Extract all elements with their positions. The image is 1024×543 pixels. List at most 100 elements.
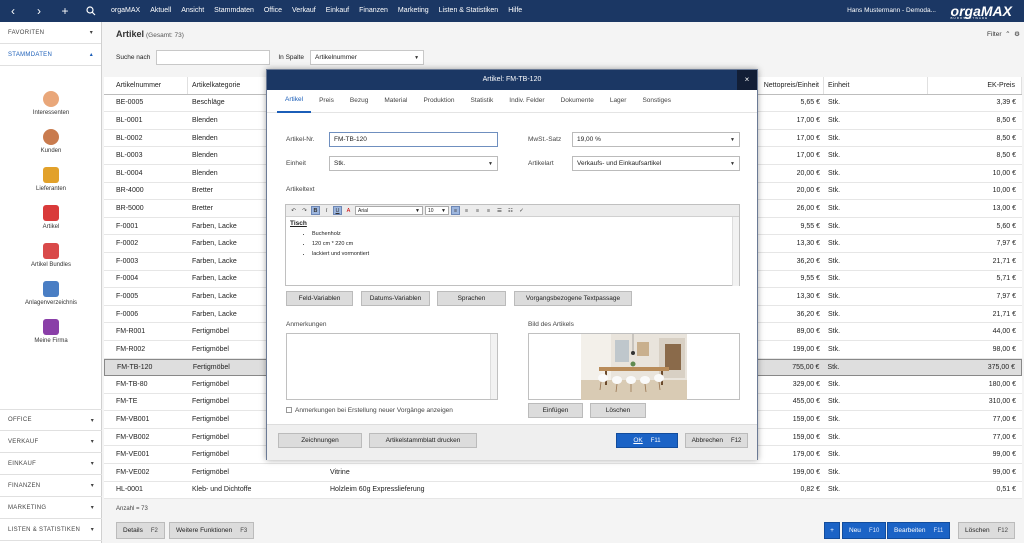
notes-scrollbar[interactable] <box>490 334 497 399</box>
sidebar-item-2[interactable]: Lieferanten <box>0 154 102 192</box>
artikelnr-input[interactable]: FM-TB-120 <box>329 132 498 147</box>
tab-6[interactable]: Indiv. Felder <box>501 90 552 112</box>
sidebar-item-4[interactable]: Artikel Bundles <box>0 230 102 268</box>
font-select[interactable]: Arial ▼ <box>355 206 423 215</box>
field-variables-button[interactable]: Feld-Variablen <box>286 291 353 306</box>
table-cell: 9,55 € <box>800 275 820 283</box>
undo-icon[interactable]: ↶ <box>289 206 298 215</box>
column-header-3[interactable]: Nettopreis/Einheit <box>758 77 824 94</box>
underline-icon[interactable]: U <box>333 206 342 215</box>
more-functions-button[interactable]: Weitere Funktionen F3 <box>169 522 255 539</box>
delete-button[interactable]: Löschen F12 <box>958 522 1015 539</box>
edit-button[interactable]: Bearbeiten F11 <box>887 522 951 539</box>
new-button[interactable]: Neu F10 <box>842 522 887 539</box>
align-center-icon[interactable]: ≡ <box>462 206 471 215</box>
sidebar-section-stammdaten[interactable]: STAMMDATEN ▴ <box>0 44 101 66</box>
sidebar-item-5[interactable]: Anlagenverzeichnis <box>0 268 102 306</box>
notes-textarea[interactable] <box>286 333 498 400</box>
menu-item-8[interactable]: Marketing <box>393 0 434 22</box>
menu-item-7[interactable]: Finanzen <box>354 0 393 22</box>
menu-item-3[interactable]: Stammdaten <box>209 0 259 22</box>
print-sheet-button[interactable]: Artikelstammblatt drucken <box>369 433 477 448</box>
sidebar-item-1[interactable]: Kunden <box>0 116 102 154</box>
align-left-icon[interactable]: ≡ <box>451 206 460 215</box>
sidebar-section-3[interactable]: FINANZEN ▾ <box>0 475 102 497</box>
table-cell: 98,00 € <box>992 345 1016 353</box>
menu-item-0[interactable]: orgaMAX <box>106 0 145 22</box>
gear-icon[interactable]: ⚙ <box>1014 31 1020 38</box>
font-size-select[interactable]: 10 ▼ <box>425 206 449 215</box>
tab-9[interactable]: Sonstiges <box>634 90 679 112</box>
menu-item-2[interactable]: Ansicht <box>176 0 209 22</box>
bullet-list-icon[interactable]: ☰ <box>495 206 504 215</box>
search-icon[interactable] <box>78 0 104 22</box>
delete-image-button[interactable]: Löschen <box>590 403 646 418</box>
menu-item-4[interactable]: Office <box>259 0 287 22</box>
back-icon[interactable]: ‹ <box>0 0 26 22</box>
align-right-icon[interactable]: ≡ <box>473 206 482 215</box>
einheit-select[interactable]: Stk. ▼ <box>329 156 498 171</box>
column-select[interactable]: Artikelnummer ▼ <box>310 50 425 65</box>
sidebar-section-2[interactable]: EINKAUF ▾ <box>0 453 102 475</box>
table-cell: Stk. <box>828 328 841 336</box>
redo-icon[interactable]: ↷ <box>300 206 309 215</box>
add-icon[interactable]: + <box>52 0 78 22</box>
rich-text-editor[interactable]: ↶ ↷ B I U A Arial ▼ 10 ▼ ≡ ≡ ≡ ≡ ☰ ☷ ✓ Tis… <box>285 204 740 286</box>
editor-scrollbar[interactable] <box>732 217 739 286</box>
menu-item-1[interactable]: Aktuell <box>145 0 176 22</box>
tab-7[interactable]: Dokumente <box>553 90 602 112</box>
table-cell: 17,00 € <box>796 152 820 160</box>
user-name[interactable]: Hans Mustermann - Demoda... <box>847 0 936 22</box>
close-icon[interactable]: × <box>737 70 757 90</box>
sidebar-section-favoriten[interactable]: FAVORITEN ▾ <box>0 22 101 44</box>
chevron-down-icon: ▾ <box>90 483 94 489</box>
numbered-list-icon[interactable]: ☷ <box>506 206 515 215</box>
details-button[interactable]: Details F2 <box>116 522 165 539</box>
tab-0[interactable]: Artikel <box>277 89 312 113</box>
editor-content[interactable]: Tisch Buchenholz120 cm * 220 cmlackiert … <box>286 217 739 262</box>
show-notes-checkbox[interactable] <box>286 407 292 413</box>
column-header-4[interactable]: Einheit <box>824 77 928 94</box>
drawings-button[interactable]: Zeichnungen <box>278 433 362 448</box>
date-variables-button[interactable]: Datums-Variablen <box>361 291 430 306</box>
font-color-icon[interactable]: A <box>344 206 353 215</box>
spellcheck-icon[interactable]: ✓ <box>517 206 526 215</box>
sidebar-item-3[interactable]: Artikel <box>0 192 102 230</box>
italic-icon[interactable]: I <box>322 206 331 215</box>
process-text-button[interactable]: Vorgangsbezogene Textpassage <box>514 291 632 306</box>
add-icon-button[interactable]: + <box>824 522 840 539</box>
ok-button[interactable]: OK F11 <box>616 433 678 448</box>
column-header-0[interactable]: Artikelnummer <box>104 77 188 94</box>
column-header-5[interactable]: EK-Preis <box>928 77 1022 94</box>
sidebar-section-5[interactable]: LISTEN & STATISTIKEN ▾ <box>0 519 102 541</box>
table-cell: 5,60 € <box>996 222 1016 230</box>
artikelart-select[interactable]: Verkaufs- und Einkaufsartikel ▼ <box>572 156 740 171</box>
table-cell: 159,00 € <box>792 416 820 424</box>
sidebar-item-6[interactable]: Meine Firma <box>0 306 102 344</box>
filter-control[interactable]: Filter ⌃ ⚙ <box>987 30 1020 38</box>
table-row[interactable]: HL-0001 Kleb- und Dichtoffe Holzleim 60g E… <box>104 482 1022 499</box>
justify-icon[interactable]: ≡ <box>484 206 493 215</box>
insert-image-button[interactable]: Einfügen <box>528 403 583 418</box>
sidebar-section-1[interactable]: VERKAUF ▾ <box>0 431 102 453</box>
tab-4[interactable]: Produktion <box>415 90 462 112</box>
menu-item-6[interactable]: Einkauf <box>321 0 354 22</box>
forward-icon[interactable]: › <box>26 0 52 22</box>
mwst-select[interactable]: 19,00 % ▼ <box>572 132 740 147</box>
table-row[interactable]: FM-VE002 Fertigmöbel Vitrine 199,00 € Stk. 99… <box>104 464 1022 482</box>
tab-2[interactable]: Bezug <box>342 90 376 112</box>
bold-icon[interactable]: B <box>311 206 320 215</box>
sidebar-section-4[interactable]: MARKETING ▾ <box>0 497 102 519</box>
menu-item-10[interactable]: Hilfe <box>503 0 527 22</box>
tab-5[interactable]: Statistik <box>463 90 502 112</box>
tab-3[interactable]: Material <box>376 90 415 112</box>
languages-button[interactable]: Sprachen <box>437 291 506 306</box>
sidebar-section-0[interactable]: OFFICE ▾ <box>0 409 102 431</box>
tab-1[interactable]: Preis <box>311 90 342 112</box>
tab-8[interactable]: Lager <box>602 90 635 112</box>
menu-item-9[interactable]: Listen & Statistiken <box>434 0 504 22</box>
sidebar-item-0[interactable]: Interessenten <box>0 78 102 116</box>
cancel-button[interactable]: Abbrechen F12 <box>685 433 748 448</box>
menu-item-5[interactable]: Verkauf <box>287 0 321 22</box>
search-input[interactable] <box>156 50 271 65</box>
